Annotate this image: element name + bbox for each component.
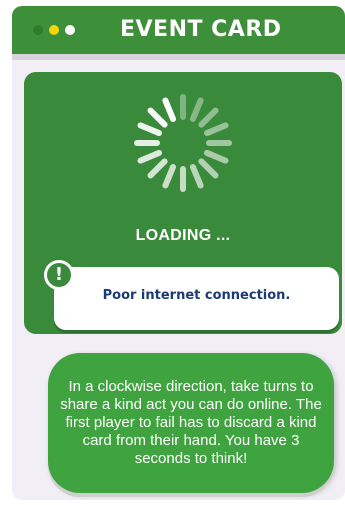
event-message-text: In a clockwise direction, take turns to … xyxy=(60,378,322,467)
spinner-tick xyxy=(198,107,219,128)
event-card: EVENT CARD LOADING ... Poor internet con… xyxy=(12,6,345,500)
spinner-tick xyxy=(204,122,229,137)
event-message-bubble: In a clockwise direction, take turns to … xyxy=(48,353,334,493)
dot-white xyxy=(65,25,75,35)
card-title: EVENT CARD xyxy=(120,17,282,42)
error-message-box: Poor internet connection. xyxy=(54,267,339,330)
spinner-tick xyxy=(189,97,204,122)
error-message: Poor internet connection. xyxy=(102,288,291,303)
card-header: EVENT CARD xyxy=(12,6,345,60)
spinner-tick xyxy=(162,97,177,122)
alert-icon: ! xyxy=(44,260,74,290)
dot-green xyxy=(33,25,43,35)
spinner-tick xyxy=(204,149,229,164)
spinner-icon xyxy=(134,94,232,192)
window-dots xyxy=(33,25,75,35)
spinner-tick xyxy=(147,107,168,128)
spinner-tick xyxy=(189,164,204,189)
dot-yellow xyxy=(49,25,59,35)
spinner-tick xyxy=(137,149,162,164)
loading-label: LOADING ... xyxy=(135,227,231,244)
spinner-tick xyxy=(137,122,162,137)
spinner-tick xyxy=(198,158,219,179)
loading-panel: LOADING ... Poor internet connection. ! xyxy=(24,72,342,334)
spinner-tick xyxy=(147,158,168,179)
spinner-tick xyxy=(162,164,177,189)
